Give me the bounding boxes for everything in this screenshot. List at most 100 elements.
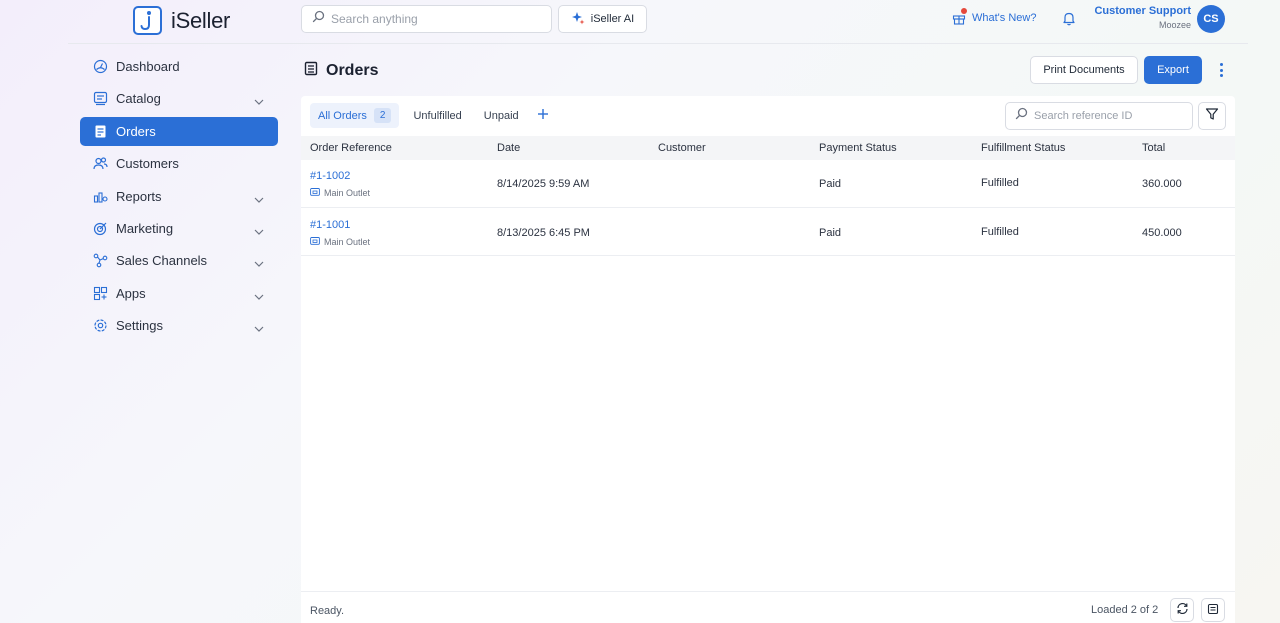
sidebar-item-label: Catalog bbox=[116, 91, 161, 107]
column-header[interactable]: Fulfillment Status bbox=[981, 142, 1065, 154]
reference-search[interactable] bbox=[1005, 102, 1193, 130]
table-row[interactable]: #1-1002 Main Outlet 8/14/2025 9:59 AM Pa… bbox=[301, 160, 1235, 208]
reports-icon bbox=[93, 189, 108, 204]
sidebar-item-reports[interactable]: Reports bbox=[80, 182, 278, 211]
table-header: Order Reference Date Customer Payment St… bbox=[301, 136, 1235, 160]
chevron-down-icon bbox=[254, 223, 264, 238]
sidebar-item-label: Dashboard bbox=[116, 59, 180, 74]
tab-label: Unfulfilled bbox=[413, 109, 462, 122]
tab-label: Unpaid bbox=[483, 109, 519, 122]
export-button[interactable]: Export bbox=[1144, 56, 1202, 84]
gift-icon bbox=[952, 8, 967, 25]
page-title-text: Orders bbox=[326, 62, 379, 79]
sidebar-item-label: Customers bbox=[116, 156, 179, 172]
sidebar-item-label: Marketing bbox=[116, 220, 174, 236]
sidebar-item-apps[interactable]: Apps bbox=[80, 279, 278, 308]
filter-icon bbox=[1205, 107, 1219, 126]
tab-all-orders[interactable]: All Orders 2 bbox=[310, 103, 400, 128]
refresh-icon bbox=[1176, 602, 1189, 618]
app-logo[interactable]: iSeller bbox=[133, 6, 230, 35]
list-view-button[interactable] bbox=[1201, 598, 1225, 622]
tab-unfulfilled[interactable]: Unfulfilled bbox=[405, 103, 469, 128]
loaded-count: Loaded 2 of 2 bbox=[1091, 604, 1159, 616]
sidebar-item-label: Reports bbox=[116, 188, 162, 204]
sidebar-item-sales-channels[interactable]: Sales Channels bbox=[80, 246, 278, 275]
bell-icon bbox=[1062, 12, 1076, 30]
customers-icon bbox=[93, 156, 108, 171]
order-reference-link[interactable]: #1-1002 bbox=[310, 170, 370, 182]
more-options-icon[interactable] bbox=[1214, 61, 1228, 79]
fulfillment-status-cell: Fulfilled bbox=[981, 177, 1019, 189]
sparkle-icon bbox=[571, 11, 585, 28]
settings-icon bbox=[93, 318, 108, 333]
date-cell: 8/14/2025 9:59 AM bbox=[497, 178, 590, 190]
sidebar-item-label: Sales Channels bbox=[116, 253, 208, 269]
sidebar-item-label: Apps bbox=[116, 285, 146, 301]
column-header[interactable]: Total bbox=[1142, 142, 1165, 154]
column-header[interactable]: Date bbox=[497, 142, 520, 154]
tab-label: All Orders bbox=[318, 109, 367, 122]
catalog-icon bbox=[93, 91, 108, 106]
logo-mark-icon bbox=[133, 6, 162, 35]
payment-status-cell: Paid bbox=[819, 178, 842, 190]
payment-status-cell: Paid bbox=[819, 227, 842, 239]
store-icon bbox=[310, 187, 320, 198]
sidebar-item-label: Orders bbox=[116, 123, 156, 139]
total-cell: 360.000 bbox=[1142, 178, 1182, 190]
outlet-name: Main Outlet bbox=[324, 187, 371, 198]
page-title: Orders bbox=[304, 61, 378, 81]
sidebar-item-catalog[interactable]: Catalog bbox=[80, 84, 278, 113]
chevron-down-icon bbox=[254, 255, 264, 270]
reference-search-input[interactable] bbox=[1034, 110, 1184, 122]
column-header[interactable]: Order Reference bbox=[310, 142, 392, 154]
sidebar-item-customers[interactable]: Customers bbox=[80, 149, 278, 178]
search-input[interactable] bbox=[331, 12, 531, 26]
column-header[interactable]: Customer bbox=[658, 142, 706, 154]
sidebar-item-marketing[interactable]: Marketing bbox=[80, 214, 278, 243]
orders-icon bbox=[304, 61, 318, 81]
outlet-name: Main Outlet bbox=[324, 236, 371, 247]
refresh-button[interactable] bbox=[1170, 598, 1194, 622]
user-menu[interactable]: Customer Support Moozee bbox=[1092, 5, 1191, 30]
table-footer: Ready. Loaded 2 of 2 bbox=[301, 591, 1235, 623]
store-icon bbox=[310, 236, 320, 247]
order-tabs: All Orders 2 Unfulfilled Unpaid bbox=[310, 103, 553, 128]
notifications-button[interactable] bbox=[1062, 11, 1076, 31]
ai-button-label: iSeller AI bbox=[590, 13, 635, 25]
sidebar: Dashboard Catalog Orders Customers Repor… bbox=[80, 52, 278, 344]
marketing-icon bbox=[93, 221, 108, 236]
filter-button[interactable] bbox=[1198, 102, 1226, 130]
dashboard-icon bbox=[93, 59, 108, 74]
order-reference-link[interactable]: #1-1001 bbox=[310, 219, 370, 231]
add-tab-button[interactable] bbox=[533, 106, 553, 126]
print-documents-button[interactable]: Print Documents bbox=[1030, 56, 1138, 84]
whats-new-label: What's New? bbox=[972, 12, 1037, 24]
column-header[interactable]: Payment Status bbox=[819, 142, 897, 154]
whats-new-link[interactable]: What's New? bbox=[952, 8, 1037, 25]
notification-dot bbox=[961, 8, 967, 14]
chevron-down-icon bbox=[254, 191, 264, 206]
tab-count-badge: 2 bbox=[373, 108, 392, 123]
header-divider bbox=[68, 43, 1248, 44]
table-row[interactable]: #1-1001 Main Outlet 8/13/2025 6:45 PM Pa… bbox=[301, 208, 1235, 256]
plus-icon bbox=[537, 107, 549, 125]
list-icon bbox=[1207, 603, 1219, 618]
total-cell: 450.000 bbox=[1142, 227, 1182, 239]
global-search[interactable] bbox=[301, 5, 552, 33]
user-name: Customer Support bbox=[1094, 5, 1191, 17]
sidebar-item-orders[interactable]: Orders bbox=[80, 116, 278, 146]
tab-unpaid[interactable]: Unpaid bbox=[476, 103, 527, 128]
iseller-ai-button[interactable]: iSeller AI bbox=[558, 5, 647, 33]
search-icon bbox=[312, 10, 325, 28]
sales-channels-icon bbox=[93, 253, 108, 268]
user-organization: Moozee bbox=[1158, 20, 1191, 30]
order-reference-cell: #1-1002 Main Outlet bbox=[310, 170, 370, 198]
sidebar-item-dashboard[interactable]: Dashboard bbox=[80, 52, 278, 81]
sidebar-item-settings[interactable]: Settings bbox=[80, 311, 278, 340]
orders-icon bbox=[93, 124, 108, 139]
date-cell: 8/13/2025 6:45 PM bbox=[497, 227, 590, 239]
fulfillment-status-cell: Fulfilled bbox=[981, 226, 1019, 238]
avatar[interactable]: CS bbox=[1197, 5, 1225, 33]
chevron-down-icon bbox=[254, 93, 264, 108]
search-icon bbox=[1015, 107, 1028, 125]
